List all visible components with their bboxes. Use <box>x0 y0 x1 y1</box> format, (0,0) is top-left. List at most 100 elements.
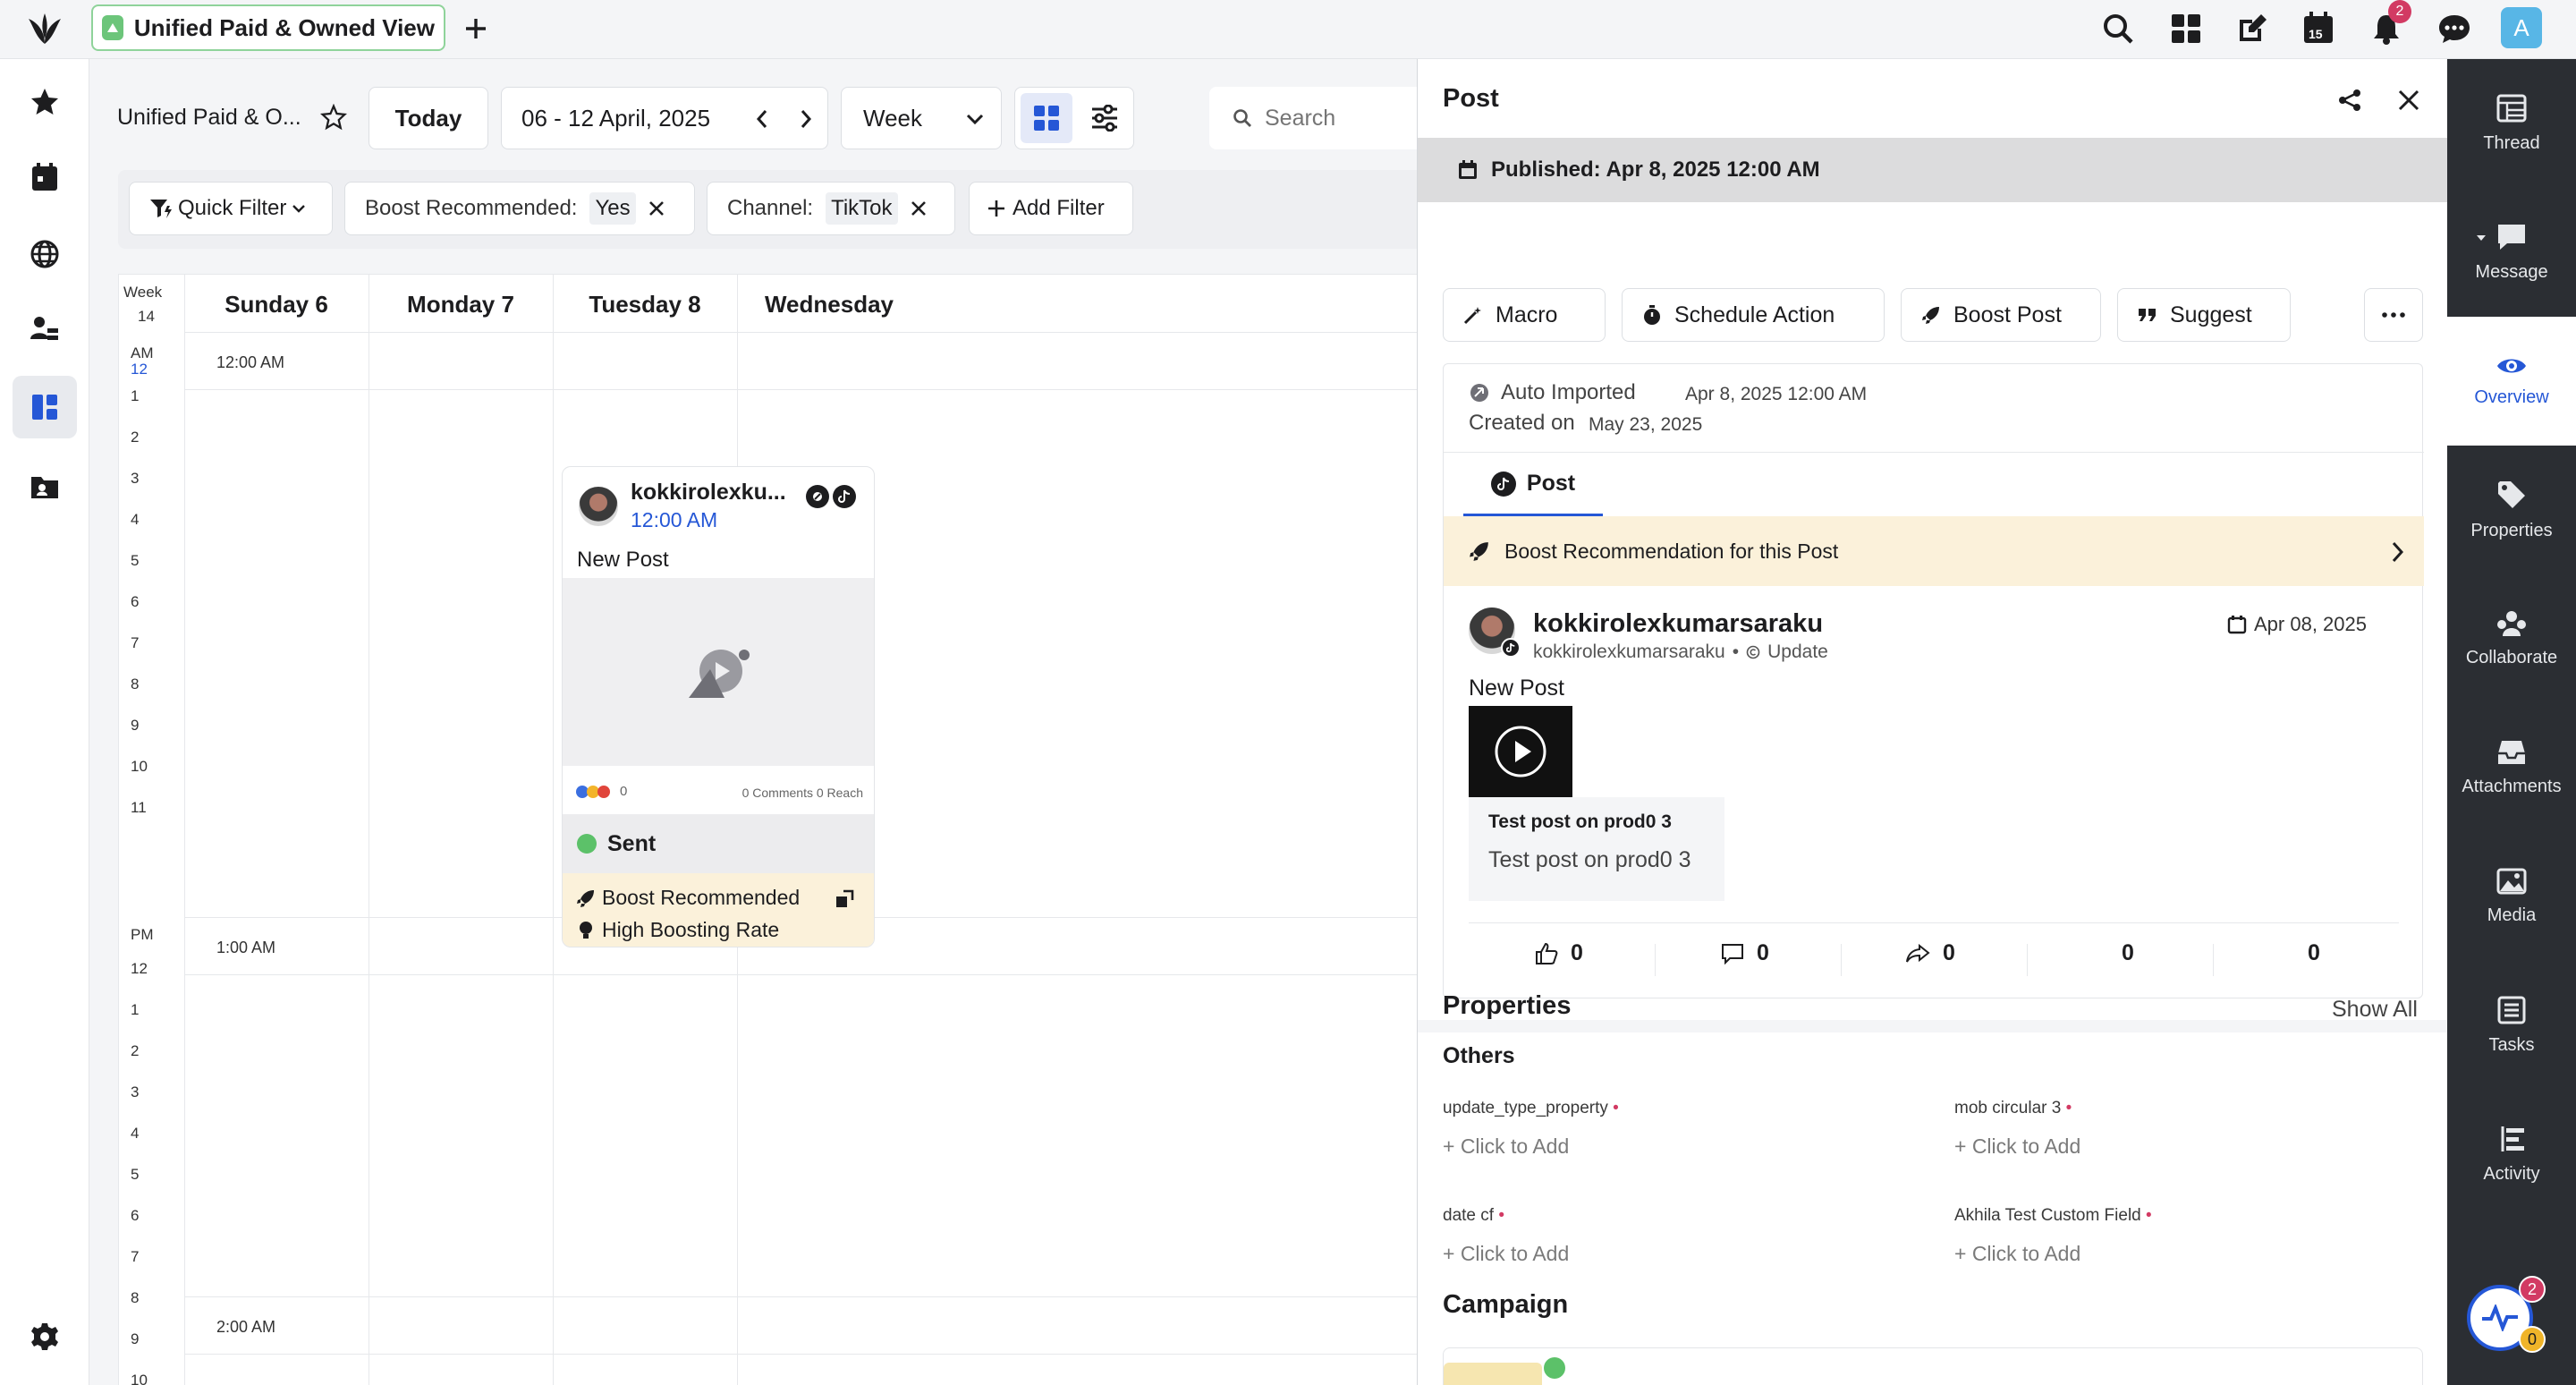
globe-icon[interactable] <box>23 233 66 276</box>
tab-post[interactable]: Post <box>1463 454 1603 516</box>
show-all-link[interactable]: Show All <box>2332 997 2418 1023</box>
view-name[interactable]: Unified Paid & O... <box>117 105 301 131</box>
suggest-button[interactable]: Suggest <box>2117 288 2291 342</box>
rail-message-label: Message <box>2475 261 2548 282</box>
rail-attachments-label: Attachments <box>2462 776 2562 796</box>
time-tick-label: 6 <box>131 1207 140 1224</box>
source-date: Apr 8, 2025 12:00 AM <box>1685 384 1868 404</box>
thread-icon <box>2496 94 2527 122</box>
chevron-down-icon <box>963 109 987 129</box>
day-header-sunday[interactable]: Sunday 6 <box>184 291 369 319</box>
chevron-down-icon <box>292 204 306 213</box>
video-thumbnail[interactable] <box>1469 706 1572 797</box>
rocket-icon <box>1469 540 1490 562</box>
created-date: May 23, 2025 <box>1589 414 1703 435</box>
search-icon[interactable] <box>2097 7 2140 50</box>
boost-recommended-filter-chip[interactable]: Boost Recommended: Yes <box>344 182 695 235</box>
channel-filter-chip[interactable]: Channel: TikTok <box>707 182 955 235</box>
quick-filter-button[interactable]: Quick Filter <box>129 182 333 235</box>
share-icon[interactable] <box>2332 82 2368 118</box>
day-header-wednesday[interactable]: Wednesday <box>737 291 921 319</box>
rail-tasks[interactable]: Tasks <box>2447 961 2576 1090</box>
remove-filter-close-icon[interactable] <box>911 200 927 217</box>
user-avatar[interactable]: A <box>2501 7 2542 48</box>
planner-calendar-icon[interactable] <box>23 156 66 199</box>
video-placeholder-icon <box>689 650 750 698</box>
favorites-star-icon[interactable] <box>23 81 66 123</box>
comments-stat: 0 <box>1721 940 1769 966</box>
sprinklr-logo-icon[interactable] <box>21 7 68 52</box>
search-input[interactable] <box>1265 105 1417 132</box>
filter-settings-sliders-icon[interactable] <box>1080 93 1130 143</box>
source-label: Auto Imported <box>1501 380 1636 404</box>
post-author-name[interactable]: kokkirolexkumarsaraku <box>1533 609 1823 639</box>
rail-overview[interactable]: Overview <box>2447 317 2576 446</box>
post-time: 12:00 AM <box>631 508 718 531</box>
audience-icon[interactable] <box>23 308 66 351</box>
rail-activity[interactable]: Activity <box>2447 1090 2576 1219</box>
post-text: New Post <box>577 548 669 572</box>
calendar-post-card[interactable]: kokkirolexku... 12:00 AM New Post 0 0 Co… <box>562 466 875 947</box>
copyright-icon <box>1746 645 1760 659</box>
video-placeholder[interactable] <box>563 578 874 766</box>
property-label: Akhila Test Custom Field • <box>1954 1206 2152 1225</box>
right-panel-rail: Thread Message Overview Properties Colla… <box>2447 59 2576 1385</box>
grid-view-icon[interactable] <box>1021 93 1072 143</box>
property-click-to-add[interactable]: + Click to Add <box>1954 1242 2080 1266</box>
new-tab-icon[interactable] <box>456 9 496 48</box>
today-button[interactable]: Today <box>369 87 488 149</box>
more-options-button[interactable] <box>2364 288 2423 342</box>
property-label: update_type_property • <box>1443 1099 1619 1117</box>
search-box[interactable] <box>1209 87 1417 149</box>
rail-properties-label: Properties <box>2470 520 2553 540</box>
dashboard-icon[interactable] <box>13 376 77 438</box>
calendar-icon[interactable]: 15 <box>2297 5 2340 50</box>
notification-count: 2 <box>2395 4 2404 19</box>
property-click-to-add[interactable]: + Click to Add <box>1443 1242 1569 1266</box>
rail-properties[interactable]: Properties <box>2447 446 2576 574</box>
rail-attachments[interactable]: Attachments <box>2447 703 2576 832</box>
campaign-card[interactable] <box>1443 1347 2423 1385</box>
rail-message[interactable]: Message <box>2447 188 2576 317</box>
close-icon[interactable] <box>2391 82 2427 118</box>
boost-action-icon[interactable] <box>833 888 856 911</box>
contacts-folder-icon[interactable] <box>23 465 66 508</box>
caption-body: Test post on prod0 3 <box>1488 847 1691 872</box>
collaborate-icon <box>2497 610 2526 636</box>
time-tick-label: 10 <box>131 758 148 775</box>
rail-thread[interactable]: Thread <box>2447 59 2576 188</box>
boost-post-button[interactable]: Boost Post <box>1901 288 2101 342</box>
rocket-icon <box>1921 305 1941 325</box>
add-filter-button[interactable]: Add Filter <box>969 182 1133 235</box>
settings-gear-icon[interactable] <box>23 1315 66 1358</box>
post-reactions-count: 0 <box>620 784 628 799</box>
published-date: Published: Apr 8, 2025 12:00 AM <box>1491 157 1820 182</box>
publish-status-icon <box>806 485 829 508</box>
eye-icon <box>2497 359 2526 372</box>
inbox-tray-icon <box>2498 740 2525 764</box>
schedule-action-button[interactable]: Schedule Action <box>1622 288 1885 342</box>
favorite-view-star-icon[interactable] <box>318 102 349 132</box>
previous-week-chevron-icon[interactable] <box>749 104 775 134</box>
post-status-row: Sent <box>563 814 874 873</box>
post-text: New Post <box>1469 676 1564 701</box>
apps-grid-icon[interactable] <box>2165 7 2207 50</box>
day-header-tuesday[interactable]: Tuesday 8 <box>553 291 737 319</box>
macro-button[interactable]: Macro <box>1443 288 1606 342</box>
time-tick-label: 12 <box>131 960 148 977</box>
chat-icon[interactable] <box>2433 7 2476 50</box>
thumbs-up-icon <box>1535 942 1558 965</box>
remove-filter-close-icon[interactable] <box>648 200 665 217</box>
rail-collaborate[interactable]: Collaborate <box>2447 574 2576 703</box>
boost-recommendation-banner[interactable]: Boost Recommendation for this Post <box>1444 516 2424 586</box>
rail-media[interactable]: Media <box>2447 832 2576 961</box>
active-tab[interactable]: Unified Paid & Owned View <box>91 4 445 51</box>
period-select[interactable]: Week <box>841 87 1002 149</box>
tiktok-badge-icon <box>1501 638 1521 658</box>
date-range-picker[interactable]: 06 - 12 April, 2025 <box>501 87 828 149</box>
property-click-to-add[interactable]: + Click to Add <box>1443 1134 1569 1159</box>
property-click-to-add[interactable]: + Click to Add <box>1954 1134 2080 1159</box>
day-header-monday[interactable]: Monday 7 <box>369 291 553 319</box>
next-week-chevron-icon[interactable] <box>792 104 819 134</box>
compose-icon[interactable] <box>2231 7 2274 50</box>
